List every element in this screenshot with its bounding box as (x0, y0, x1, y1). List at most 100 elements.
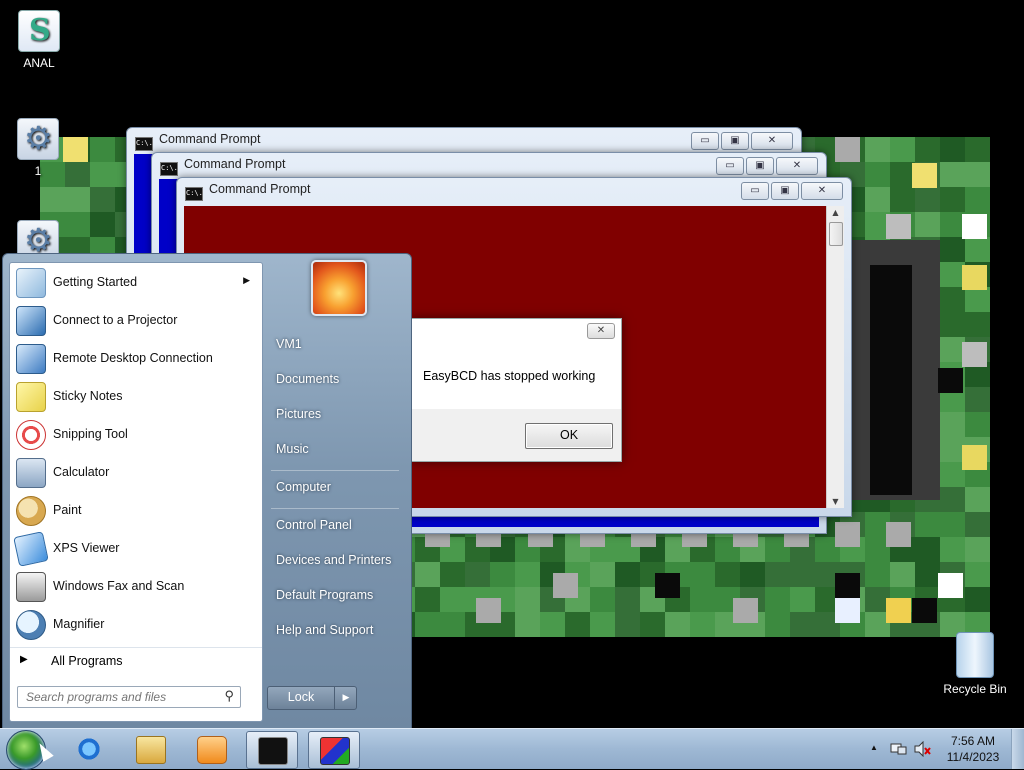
start-link-pictures[interactable]: Pictures (276, 407, 321, 421)
file-explorer-icon (136, 736, 166, 764)
lock-button-label[interactable]: Lock (268, 687, 335, 709)
maximize-button[interactable]: ▣ (746, 157, 774, 175)
volume-muted-icon[interactable] (914, 741, 932, 757)
dialog-close-button[interactable]: ✕ (587, 323, 615, 339)
menu-separator (271, 508, 399, 509)
command-prompt-icon: C:\. (185, 187, 203, 201)
taskbar-button-file-explorer[interactable] (125, 731, 175, 767)
xps-viewer-icon (13, 531, 49, 567)
program-list: Getting Started ▶ Connect to a Projector Re… (9, 262, 263, 722)
paint-palette-icon (16, 496, 46, 526)
program-item-windows-fax-and-scan[interactable]: Windows Fax and Scan (10, 567, 262, 605)
minimize-button[interactable]: ▭ (716, 157, 744, 175)
start-link-vm1[interactable]: VM1 (276, 337, 302, 351)
start-link-music[interactable]: Music (276, 442, 309, 456)
dialog-message: EasyBCD has stopped working (423, 369, 596, 383)
program-label: Paint (53, 503, 82, 517)
submenu-arrow-icon[interactable]: ▶ (243, 275, 250, 286)
magnifier-icon (16, 610, 46, 640)
program-item-remote-desktop-connection[interactable]: Remote Desktop Connection (10, 339, 262, 377)
system-clock[interactable]: 7:56 AM 11/4/2023 (936, 733, 1010, 765)
taskbar-button-internet-explorer[interactable] (64, 731, 114, 767)
recycle-bin-icon (956, 632, 994, 678)
menu-separator (271, 470, 399, 471)
program-label: Sticky Notes (53, 389, 123, 403)
script-file-icon (18, 10, 60, 52)
start-link-help-and-support[interactable]: Help and Support (276, 623, 373, 637)
program-item-xps-viewer[interactable]: XPS Viewer (10, 529, 262, 567)
minimize-button[interactable]: ▭ (691, 132, 719, 150)
program-label: Remote Desktop Connection (53, 351, 213, 365)
fax-icon (16, 572, 46, 602)
program-item-connect-to-a-projector[interactable]: Connect to a Projector (10, 301, 262, 339)
taskbar-button-media-player[interactable] (186, 731, 236, 767)
ok-button[interactable]: OK (525, 423, 613, 449)
getting-started-icon (16, 268, 46, 298)
shutdown-button[interactable]: Lock ▶ (267, 686, 357, 710)
media-player-icon (197, 736, 227, 764)
desktop-icon-1[interactable]: 1 (2, 118, 74, 178)
scroll-up-arrow[interactable]: ▲ (827, 208, 844, 217)
shutdown-options-arrow-icon[interactable]: ▶ (336, 687, 356, 709)
start-link-control-panel[interactable]: Control Panel (276, 518, 352, 532)
search-icon[interactable]: ⚲ (224, 688, 234, 704)
internet-explorer-icon (75, 736, 103, 762)
search-input[interactable] (24, 687, 218, 707)
maximize-button[interactable]: ▣ (771, 182, 799, 200)
program-label: XPS Viewer (53, 541, 120, 555)
network-icon[interactable] (890, 741, 908, 757)
desktop-icon-label: ANAL (23, 56, 55, 70)
program-item-snipping-tool[interactable]: Snipping Tool (10, 415, 262, 453)
error-dialog[interactable]: ✕ EasyBCD has stopped working OK (410, 318, 622, 462)
clock-date: 11/4/2023 (946, 750, 1000, 764)
scissors-icon (16, 420, 46, 450)
window-title: C:\. Command Prompt (135, 132, 260, 151)
taskbar: ▲ 7:56 AM 11/4/2023 (0, 728, 1024, 770)
clock-time: 7:56 AM (950, 734, 996, 748)
desktop-icon-label: Recycle Bin (943, 682, 1007, 696)
projector-icon (16, 306, 46, 336)
desktop-icon-label: 1 (34, 164, 42, 178)
program-label: Connect to a Projector (53, 313, 178, 327)
program-item-calculator[interactable]: Calculator (10, 453, 262, 491)
start-link-devices-and-printers[interactable]: Devices and Printers (276, 553, 391, 567)
calculator-icon (16, 458, 46, 488)
show-desktop-button[interactable] (1011, 729, 1024, 769)
window-title: C:\. Command Prompt (160, 157, 285, 176)
vertical-scrollbar[interactable]: ▲ ▼ (826, 206, 844, 508)
command-prompt-icon (258, 737, 288, 765)
start-link-default-programs[interactable]: Default Programs (276, 588, 373, 602)
user-avatar[interactable] (311, 260, 367, 316)
easybcd-icon (320, 737, 350, 765)
program-label: Magnifier (53, 617, 105, 631)
close-button[interactable]: ✕ (776, 157, 818, 175)
minimize-button[interactable]: ▭ (741, 182, 769, 200)
show-hidden-icons-arrow[interactable]: ▲ (870, 743, 878, 752)
scroll-down-arrow[interactable]: ▼ (827, 497, 844, 506)
maximize-button[interactable]: ▣ (721, 132, 749, 150)
all-programs-button[interactable]: ▶ All Programs (10, 647, 262, 676)
settings-file-icon (17, 118, 59, 160)
all-programs-label: All Programs (51, 654, 123, 668)
taskbar-button-command-prompt[interactable] (246, 731, 298, 769)
program-item-magnifier[interactable]: Magnifier (10, 605, 262, 643)
program-label: Getting Started (53, 275, 138, 289)
start-link-documents[interactable]: Documents (276, 372, 339, 386)
command-prompt-icon: C:\. (160, 162, 178, 176)
start-menu: Getting Started ▶ Connect to a Projector Re… (2, 253, 412, 730)
program-item-paint[interactable]: Paint (10, 491, 262, 529)
scrollbar-thumb[interactable] (829, 222, 843, 246)
window-title: C:\. Command Prompt (185, 182, 310, 201)
close-button[interactable]: ✕ (751, 132, 793, 150)
program-label: Windows Fax and Scan (53, 579, 185, 593)
program-label: Snipping Tool (53, 427, 128, 441)
start-link-computer[interactable]: Computer (276, 480, 331, 494)
program-item-sticky-notes[interactable]: Sticky Notes (10, 377, 262, 415)
close-button[interactable]: ✕ (801, 182, 843, 200)
taskbar-button-easybcd[interactable] (308, 731, 360, 769)
desktop-icon-recycle-bin[interactable]: Recycle Bin (939, 632, 1011, 696)
desktop-icon-anal[interactable]: ANAL (3, 10, 75, 70)
submenu-arrow-icon: ▶ (20, 654, 28, 665)
program-item-getting-started[interactable]: Getting Started ▶ (10, 263, 262, 301)
search-box[interactable]: ⚲ (17, 686, 241, 708)
